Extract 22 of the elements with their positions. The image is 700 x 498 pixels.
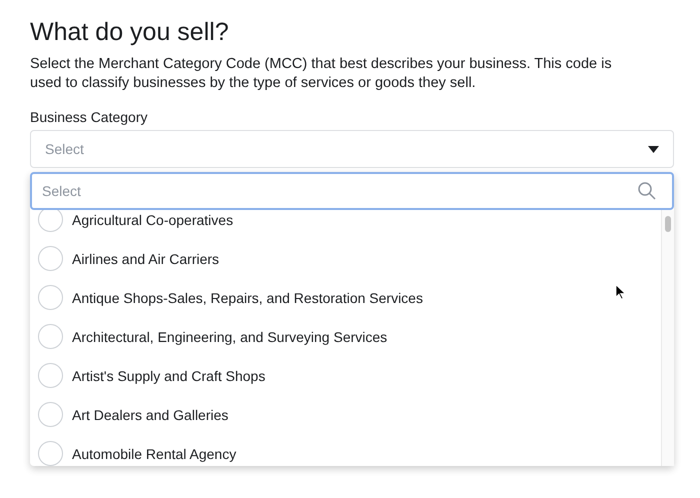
- field-label: Business Category: [30, 109, 149, 125]
- radio-button[interactable]: [38, 324, 63, 349]
- category-option[interactable]: Airlines and Air Carriers: [30, 239, 660, 278]
- radio-button[interactable]: [38, 210, 63, 232]
- category-option[interactable]: Antique Shops-Sales, Repairs, and Restoration Services: [30, 278, 660, 317]
- category-option[interactable]: Architectural, Engineering, and Surveying Services: [30, 317, 660, 356]
- category-option[interactable]: Automobile Rental Agency: [30, 434, 660, 466]
- radio-button[interactable]: [38, 246, 63, 271]
- radio-button[interactable]: [38, 402, 63, 427]
- radio-button[interactable]: [38, 285, 63, 310]
- page-heading: What do you sell?: [30, 18, 230, 47]
- category-option[interactable]: Artist's Supply and Craft Shops: [30, 356, 660, 395]
- cursor-icon: [616, 285, 626, 300]
- search-field[interactable]: Select: [30, 172, 674, 210]
- radio-button[interactable]: [38, 363, 63, 388]
- category-option[interactable]: Agricultural Co-operatives: [30, 210, 660, 239]
- category-option[interactable]: Art Dealers and Galleries: [30, 395, 660, 434]
- description-text: Select the Merchant Category Code (MCC) that best describes your business. This code is used to classify businesses by the type of services or goods they sell.: [30, 55, 613, 93]
- radio-button[interactable]: [38, 441, 63, 466]
- scrollbar[interactable]: [661, 210, 674, 466]
- search-icon: [638, 182, 656, 200]
- caret-icon: [648, 146, 659, 152]
